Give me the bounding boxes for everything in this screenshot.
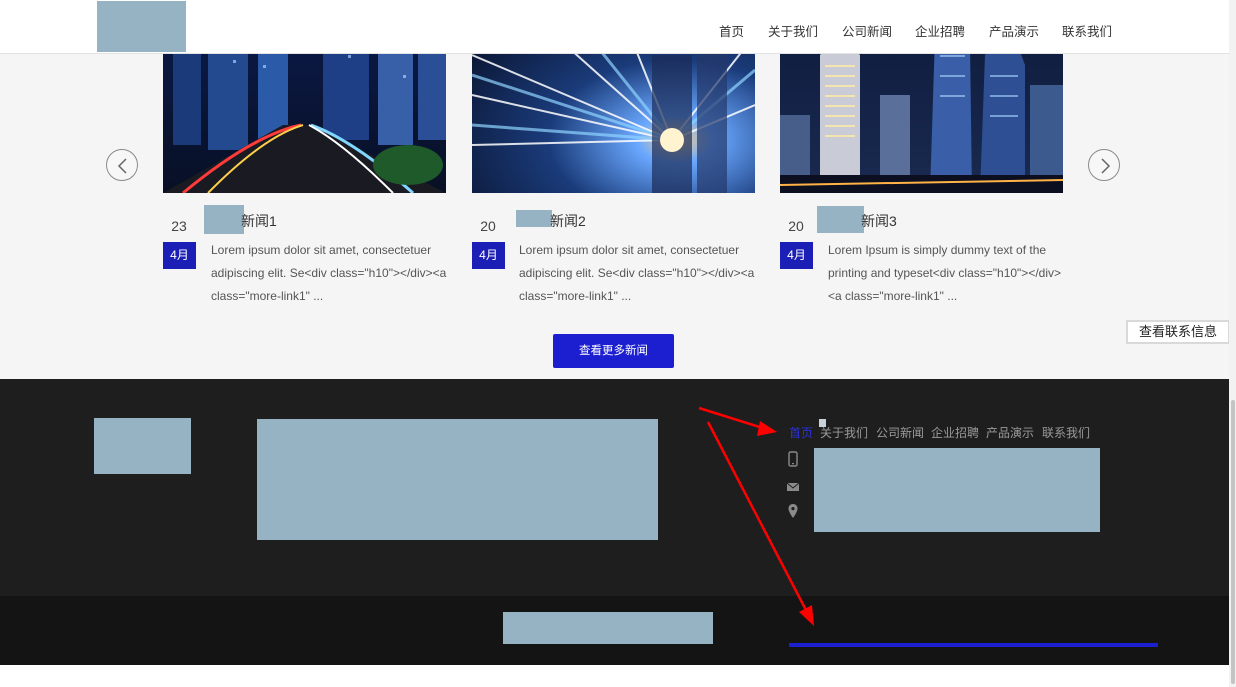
annotation-arrows bbox=[698, 406, 814, 626]
annotation-arrow-to-line bbox=[706, 421, 814, 626]
annotation-arrow-to-nav bbox=[698, 406, 777, 436]
page: 23 4月 新闻1 Lorem ipsum dolor sit amet, co… bbox=[0, 0, 1236, 687]
scrollbar-thumb[interactable] bbox=[1231, 400, 1235, 684]
